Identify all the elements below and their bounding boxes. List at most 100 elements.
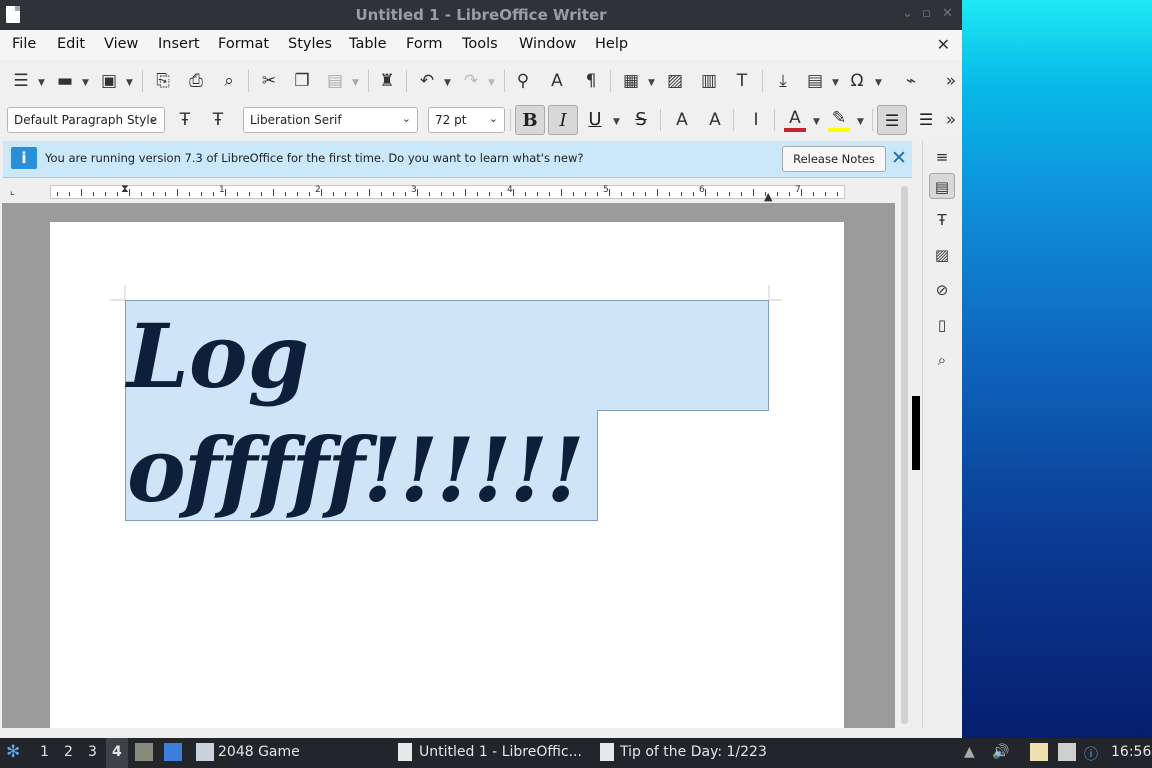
open-icon[interactable]: ▬: [54, 70, 76, 92]
close-document-icon[interactable]: ✕: [937, 35, 950, 54]
minimize-icon[interactable]: ⌄: [902, 6, 913, 21]
special-character-icon[interactable]: Ω: [846, 70, 868, 92]
new-document-icon[interactable]: ☰: [10, 70, 32, 92]
print-preview-icon[interactable]: ⌕: [218, 70, 240, 92]
menu-form[interactable]: Form: [406, 36, 443, 52]
highlight-dropdown-icon[interactable]: ▼: [857, 117, 864, 127]
open-dropdown-icon[interactable]: ▼: [82, 78, 89, 88]
save-dropdown-icon[interactable]: ▼: [126, 78, 133, 88]
print-icon[interactable]: ⎙: [185, 70, 207, 92]
file-manager-icon[interactable]: [135, 743, 153, 761]
close-infobar-icon[interactable]: ✕: [891, 147, 907, 169]
bold-button[interactable]: B: [515, 105, 545, 135]
new-dropdown-icon[interactable]: ▼: [38, 78, 45, 88]
menu-view[interactable]: View: [104, 36, 138, 52]
scrollbar-thumb[interactable]: [901, 186, 908, 724]
menu-table[interactable]: Table: [349, 36, 387, 52]
redo-dropdown-icon[interactable]: ▼: [488, 78, 495, 88]
document-text-line-1[interactable]: Log: [127, 312, 309, 400]
terminal-icon[interactable]: [164, 743, 182, 761]
insert-page-break-icon[interactable]: ⤓: [772, 70, 794, 92]
start-menu-icon[interactable]: ✻: [6, 742, 20, 762]
menu-tools[interactable]: Tools: [462, 36, 498, 52]
export-pdf-icon[interactable]: ⎘: [152, 70, 174, 92]
subscript-icon[interactable]: A: [704, 109, 726, 131]
clock[interactable]: 16:56: [1111, 744, 1151, 760]
workspace-1[interactable]: 1: [40, 744, 49, 760]
sidebar-collapse-handle[interactable]: [912, 396, 920, 470]
toolbar-overflow-icon[interactable]: »: [940, 109, 962, 131]
horizontal-ruler[interactable]: ⧗ ▲ 1 2 3 4 5 6 7: [50, 182, 845, 203]
paste-dropdown-icon[interactable]: ▼: [352, 78, 359, 88]
task-2048-game[interactable]: 2048 Game: [218, 744, 300, 760]
underline-button[interactable]: U: [580, 105, 610, 135]
formatting-marks-icon[interactable]: ¶: [580, 70, 602, 92]
navigator-icon[interactable]: ⊘: [929, 277, 955, 303]
task-tip-of-the-day[interactable]: Tip of the Day: 1/223: [620, 744, 767, 760]
page-icon[interactable]: ▯: [929, 312, 955, 338]
find-replace-icon[interactable]: ⚲: [512, 70, 534, 92]
undo-dropdown-icon[interactable]: ▼: [444, 78, 451, 88]
workspace-2[interactable]: 2: [64, 744, 73, 760]
undo-icon[interactable]: ↶: [416, 70, 438, 92]
strikethrough-button[interactable]: S: [626, 105, 656, 135]
clear-formatting-icon[interactable]: I: [745, 109, 767, 131]
gallery-icon[interactable]: ▨: [929, 242, 955, 268]
cut-icon[interactable]: ✂: [258, 70, 280, 92]
menu-insert[interactable]: Insert: [158, 36, 200, 52]
italic-button[interactable]: I: [548, 105, 578, 135]
menu-styles[interactable]: Styles: [288, 36, 332, 52]
volume-icon[interactable]: 🔊: [992, 744, 1009, 760]
insert-image-icon[interactable]: ▨: [664, 70, 686, 92]
tray-up-icon[interactable]: ▲: [964, 744, 975, 760]
workspace-3[interactable]: 3: [88, 744, 97, 760]
menu-help[interactable]: Help: [595, 36, 628, 52]
vertical-scrollbar[interactable]: [898, 180, 912, 728]
document-text-line-2[interactable]: offfff!!!!!!: [127, 426, 585, 514]
copy-icon[interactable]: ❐: [291, 70, 313, 92]
font-name-combo[interactable]: Liberation Serif ⌄: [243, 107, 418, 133]
font-color-dropdown-icon[interactable]: ▼: [813, 117, 820, 127]
indent-marker[interactable]: ⧗: [121, 182, 129, 196]
superscript-icon[interactable]: A: [671, 109, 693, 131]
insert-hyperlink-icon[interactable]: ⌁: [900, 70, 922, 92]
field-dropdown-icon[interactable]: ▼: [832, 78, 839, 88]
paste-icon[interactable]: ▤: [324, 70, 346, 92]
release-notes-button[interactable]: Release Notes: [782, 146, 886, 172]
new-style-icon[interactable]: Ŧ: [207, 109, 229, 131]
insert-chart-icon[interactable]: ▥: [698, 70, 720, 92]
update-style-icon[interactable]: Ŧ: [174, 109, 196, 131]
maximize-icon[interactable]: ▫: [922, 6, 931, 21]
toolbar-overflow-icon[interactable]: »: [940, 70, 962, 92]
network-icon[interactable]: [1058, 743, 1076, 761]
insert-table-icon[interactable]: ▦: [620, 70, 642, 92]
spelling-icon[interactable]: A: [546, 70, 568, 92]
redo-icon[interactable]: ↷: [460, 70, 482, 92]
insert-textbox-icon[interactable]: T: [731, 70, 753, 92]
sidebar-menu-icon[interactable]: ≡: [929, 144, 955, 170]
align-left-button[interactable]: ☰: [877, 105, 907, 135]
underline-dropdown-icon[interactable]: ▼: [613, 117, 620, 127]
styles-icon[interactable]: Ŧ: [929, 207, 955, 233]
paragraph-style-combo[interactable]: Default Paragraph Style ⌄: [7, 107, 165, 133]
highlight-color-icon[interactable]: ✎: [828, 107, 850, 129]
table-dropdown-icon[interactable]: ▼: [648, 78, 655, 88]
menu-format[interactable]: Format: [218, 36, 269, 52]
tab-stop-icon[interactable]: ⌞: [10, 186, 15, 197]
workspace-4[interactable]: 4: [106, 738, 128, 768]
task-writer[interactable]: Untitled 1 - LibreOffic...: [419, 744, 582, 760]
menu-file[interactable]: File: [12, 36, 36, 52]
properties-icon[interactable]: ▤: [929, 173, 955, 199]
menu-window[interactable]: Window: [519, 36, 576, 52]
close-window-icon[interactable]: ✕: [942, 6, 953, 21]
special-char-dropdown-icon[interactable]: ▼: [875, 78, 882, 88]
clipboard-icon[interactable]: [1030, 743, 1048, 761]
style-inspector-icon[interactable]: ⌕: [929, 347, 955, 373]
menu-edit[interactable]: Edit: [57, 36, 85, 52]
clone-formatting-icon[interactable]: ♜: [376, 70, 398, 92]
font-size-combo[interactable]: 72 pt ⌄: [428, 107, 505, 133]
insert-field-icon[interactable]: ▤: [804, 70, 826, 92]
font-color-icon[interactable]: A: [784, 107, 806, 129]
save-icon[interactable]: ▣: [98, 70, 120, 92]
notification-icon[interactable]: ⓘ: [1084, 744, 1098, 764]
